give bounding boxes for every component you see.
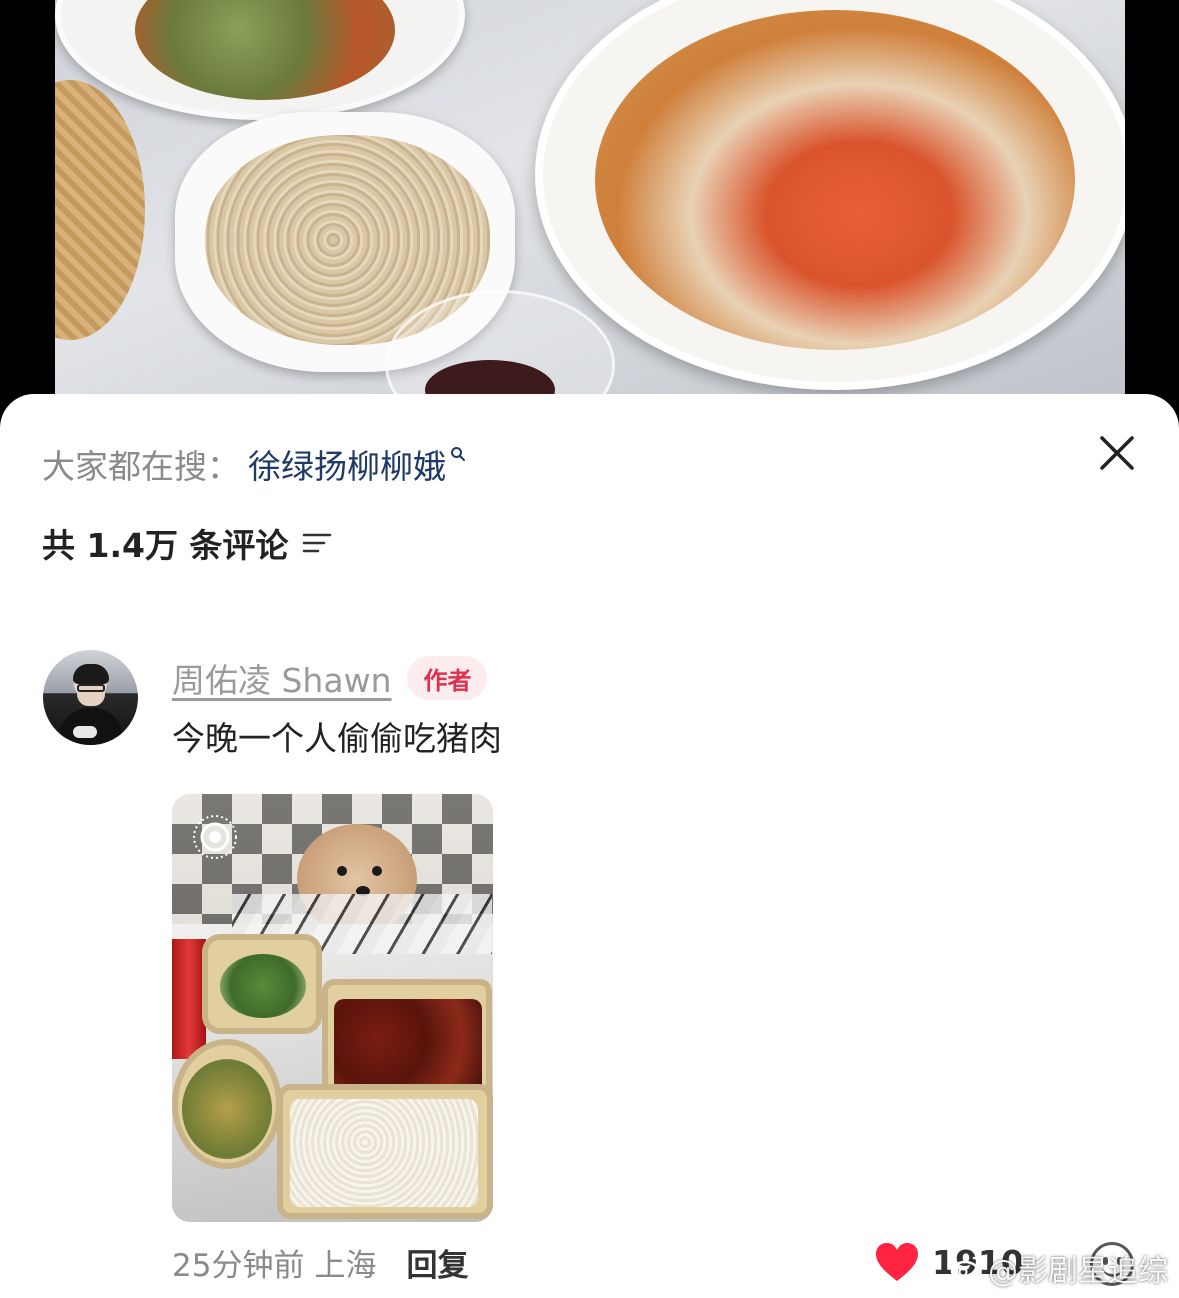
hot-search-prefix: 大家都在搜： <box>42 447 240 486</box>
watermark: @影剧星追综 <box>950 1248 1168 1289</box>
image-dog-eye <box>337 866 347 876</box>
comment-text: 今晚一个人偷偷吃猪肉 <box>172 719 502 758</box>
author-badge: 作者 <box>407 656 488 700</box>
close-icon[interactable] <box>1094 430 1140 476</box>
comment-location: 上海 <box>314 1247 377 1284</box>
live-photo-icon <box>193 815 237 859</box>
basket <box>55 80 145 340</box>
comment-author-row: 周佑凌 Shawn 作者 <box>172 654 488 702</box>
hot-search-bar[interactable]: 大家都在搜： 徐绿扬柳柳娥 <box>42 440 466 488</box>
comment-image[interactable] <box>172 794 493 1222</box>
comment-count-label: 共 1.4万 条评论 <box>42 526 289 565</box>
video-frame[interactable] <box>55 0 1125 420</box>
avatar[interactable] <box>43 650 138 745</box>
image-rice <box>290 1099 478 1207</box>
comment-meta: 25分钟前 上海 回复 <box>172 1240 468 1284</box>
watermark-text: @影剧星追综 <box>988 1254 1168 1289</box>
hot-search-term[interactable]: 徐绿扬柳柳娥 <box>248 440 446 488</box>
image-soup <box>182 1059 272 1159</box>
avatar-hand <box>73 726 97 738</box>
image-dog-eye <box>372 866 382 876</box>
image-can <box>172 939 206 1059</box>
avatar-glasses <box>77 684 105 692</box>
sort-icon[interactable] <box>302 530 332 556</box>
reply-button[interactable]: 回复 <box>406 1240 468 1285</box>
heart-icon <box>876 1243 918 1281</box>
video-background[interactable] <box>0 0 1179 420</box>
search-icon <box>451 447 465 461</box>
comment-count: 共 1.4万 条评论 <box>42 520 332 566</box>
comment-time: 25分钟前 <box>172 1247 305 1284</box>
weibo-logo-icon <box>950 1256 983 1282</box>
image-greens <box>220 954 306 1018</box>
avatar-hair <box>73 664 109 684</box>
plate-fish-food <box>595 10 1075 350</box>
author-name[interactable]: 周佑凌 Shawn <box>172 654 391 702</box>
